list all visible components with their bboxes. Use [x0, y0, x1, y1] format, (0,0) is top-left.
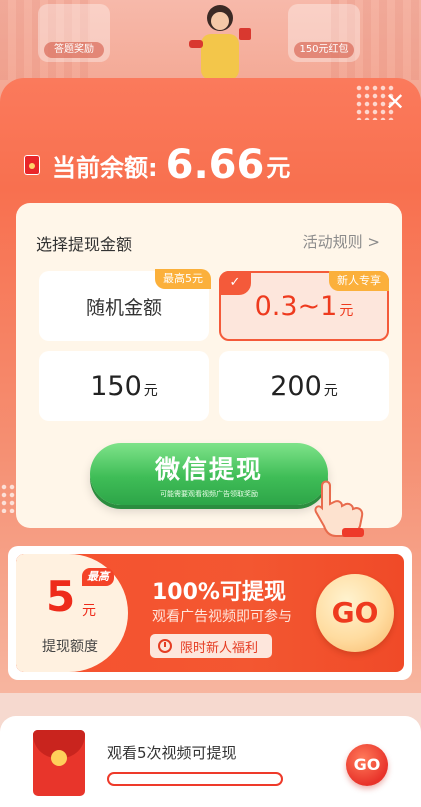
quiz-reward-badge[interactable]: 答题奖励	[38, 4, 110, 62]
withdraw-sheet: ✕ 当前余额: 6.66 元 选择提现金额 活动规则 > 随机金额 最高5元 ✓…	[0, 78, 421, 693]
promo-amount-unit: 元	[82, 603, 96, 619]
amount-option-unit: 元	[143, 383, 158, 399]
promo-limit-label: 提现额度	[42, 639, 98, 655]
video-task-card: 观看5次视频可提现 GO	[0, 716, 421, 807]
wechat-withdraw-sublabel: 可能需要观看视频广告领取奖励	[160, 489, 258, 498]
promo-go-button[interactable]: GO	[316, 574, 394, 652]
promo-max-tag: 最高	[82, 568, 114, 586]
task-text: 观看5次视频可提现	[107, 744, 237, 762]
promo-pill-label: 限时新人福利	[180, 640, 259, 656]
wechat-withdraw-button[interactable]: 微信提现 可能需要观看视频广告领取奖励	[90, 443, 328, 505]
promo-pill: 限时新人福利	[150, 634, 273, 658]
amount-option-150[interactable]: 150 元	[39, 351, 209, 421]
promo-subtitle: 观看广告视频即可参与	[152, 609, 292, 625]
balance-unit: 元	[266, 153, 291, 182]
promo-banner[interactable]: 5 元 最高 提现额度 100%可提现 观看广告视频即可参与 限时新人福利 GO	[8, 546, 412, 680]
balance-value: 6.66	[165, 142, 265, 188]
amount-option-value: 0.3~1	[254, 290, 338, 322]
promo-inner: 5 元 最高 提现额度 100%可提现 观看广告视频即可参与 限时新人福利 GO	[16, 554, 404, 672]
task-progress-bar	[107, 772, 283, 786]
promo-title: 100%可提现	[152, 580, 286, 605]
quiz-reward-label: 答题奖励	[44, 42, 104, 58]
amount-option-value: 150	[90, 370, 142, 402]
clock-icon	[158, 639, 172, 653]
promo-limit-panel: 5 元 最高 提现额度	[16, 554, 128, 672]
close-icon[interactable]: ✕	[381, 88, 409, 116]
card-title: 选择提现金额	[36, 235, 133, 254]
red-packet-icon	[33, 730, 85, 796]
check-icon: ✓	[219, 271, 251, 295]
mascot-illustration	[189, 5, 251, 80]
option-tag: 新人专享	[329, 271, 389, 291]
option-tag: 最高5元	[155, 269, 211, 289]
amount-option-value: 200	[270, 370, 322, 402]
promo-amount: 5	[46, 572, 76, 621]
amount-option-200[interactable]: 200 元	[219, 351, 389, 421]
amount-option-unit: 元	[323, 383, 338, 399]
red-packet-badge[interactable]: 150元红包	[288, 4, 360, 62]
wechat-withdraw-label: 微信提现	[154, 454, 263, 484]
red-packet-icon	[24, 155, 40, 175]
red-packet-badge-label: 150元红包	[294, 42, 354, 58]
amount-option-label: 随机金额	[85, 296, 162, 319]
balance-row: 当前余额: 6.66 元	[24, 142, 291, 188]
amount-option-random[interactable]: 随机金额 最高5元	[39, 269, 211, 341]
amount-option-newuser[interactable]: ✓ 0.3~1 元 新人专享	[219, 271, 389, 341]
pointing-hand-icon	[314, 480, 364, 537]
amount-option-unit: 元	[339, 303, 354, 319]
balance-label: 当前余额:	[52, 153, 158, 182]
task-go-button[interactable]: GO	[346, 744, 388, 786]
activity-rules-link[interactable]: 活动规则 >	[303, 231, 380, 252]
withdraw-card: 选择提现金额 活动规则 > 随机金额 最高5元 ✓ 0.3~1 元 新人专享 1…	[16, 203, 402, 537]
